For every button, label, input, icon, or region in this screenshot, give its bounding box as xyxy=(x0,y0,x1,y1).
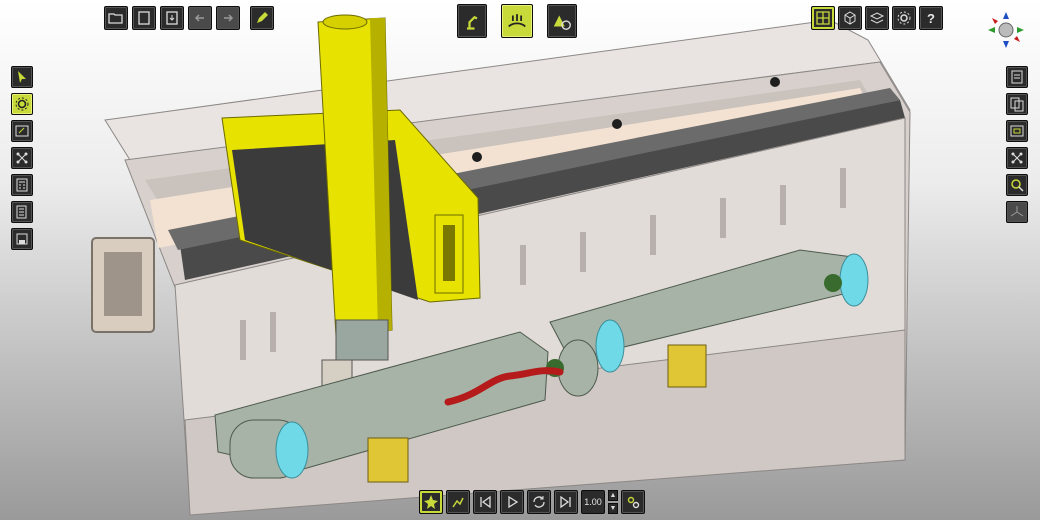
axis-orientation-gizmo-icon[interactable] xyxy=(986,10,1026,50)
report-document-icon xyxy=(16,205,27,219)
playback-settings-icon xyxy=(627,496,640,509)
skip-to-start-icon xyxy=(480,495,491,509)
settings-button[interactable] xyxy=(892,6,916,30)
drive-gear-right xyxy=(824,274,842,292)
arrow-right-icon xyxy=(224,14,234,22)
speed-down-icon[interactable]: ▼ xyxy=(608,503,618,514)
cube-view-icon xyxy=(844,11,856,25)
speed-value[interactable]: 1.00 xyxy=(581,490,605,514)
layers-button[interactable] xyxy=(865,6,889,30)
simulation-collision-icon xyxy=(424,495,438,509)
run-path-icon xyxy=(452,497,464,508)
calculator-icon xyxy=(16,178,28,192)
coordinate-axes-button[interactable] xyxy=(1006,201,1028,223)
edit-panel-button[interactable] xyxy=(11,120,33,142)
report-icon xyxy=(1011,70,1023,84)
save-button[interactable] xyxy=(160,6,184,30)
document-icon xyxy=(138,11,150,25)
report-document-button[interactable] xyxy=(11,201,33,223)
side-frame-inner xyxy=(104,252,142,316)
inspect-button[interactable] xyxy=(1006,174,1028,196)
beam-mid-axis xyxy=(595,319,625,373)
toolbar-top-left xyxy=(104,6,274,30)
coordinate-axes-icon xyxy=(1010,206,1024,217)
robot-mode-button[interactable] xyxy=(457,4,487,38)
inspect-icon xyxy=(1011,179,1024,192)
toolbar-top-center xyxy=(457,4,577,38)
node-graph-icon xyxy=(16,152,28,164)
gantry-window-slot xyxy=(443,225,455,281)
toolbar-right xyxy=(1006,66,1028,223)
skip-to-end-button[interactable] xyxy=(554,490,578,514)
play-icon xyxy=(508,495,519,509)
select-button[interactable] xyxy=(11,66,33,88)
playback-settings-button[interactable] xyxy=(621,490,645,514)
speed-stepper[interactable]: ▲ ▼ xyxy=(608,490,618,514)
undo-button[interactable] xyxy=(188,6,212,30)
beam-left-axis xyxy=(275,421,309,479)
3d-viewport[interactable] xyxy=(0,0,1040,520)
pencil-icon xyxy=(257,12,268,23)
edit-button[interactable] xyxy=(250,6,274,30)
skip-to-end-icon xyxy=(560,495,571,509)
node-graph-button[interactable] xyxy=(11,147,33,169)
skip-to-start-button[interactable] xyxy=(473,490,497,514)
playback-bar: 1.00 ▲ ▼ xyxy=(419,490,645,514)
toolbar-left xyxy=(11,66,33,250)
calculator-button[interactable] xyxy=(11,174,33,196)
arrow-left-icon xyxy=(194,14,204,22)
run-path-button[interactable] xyxy=(446,490,470,514)
machining-process-button[interactable] xyxy=(501,4,533,38)
speed-up-icon[interactable]: ▲ xyxy=(608,490,618,501)
open-folder-button[interactable] xyxy=(104,6,128,30)
play-button[interactable] xyxy=(500,490,524,514)
robot-arm-icon xyxy=(467,15,478,30)
save-disk-icon xyxy=(16,233,28,245)
copy-documents-button[interactable] xyxy=(1006,93,1028,115)
shapes-button[interactable] xyxy=(547,4,577,38)
new-document-button[interactable] xyxy=(132,6,156,30)
save-disk-button[interactable] xyxy=(11,228,33,250)
simulation-collision-button[interactable] xyxy=(419,490,443,514)
node-graph-icon xyxy=(1011,152,1023,164)
panel-yellow-left xyxy=(367,437,409,483)
report-button[interactable] xyxy=(1006,66,1028,88)
save-icon xyxy=(166,11,178,25)
node-graph-right-button[interactable] xyxy=(1006,147,1028,169)
layout-grid-icon xyxy=(816,11,830,25)
settings-gear-icon xyxy=(897,11,911,25)
gantry-column-top xyxy=(322,14,368,30)
cube-view-button[interactable] xyxy=(838,6,862,30)
copy-documents-icon xyxy=(1010,97,1024,112)
loop-icon xyxy=(533,496,545,508)
folder-open-icon xyxy=(108,13,123,24)
edit-panel-icon xyxy=(15,125,29,137)
layers-icon xyxy=(869,12,885,24)
loop-button[interactable] xyxy=(527,490,551,514)
layout-button[interactable] xyxy=(811,6,835,30)
process-button[interactable] xyxy=(11,93,33,115)
frame-view-button[interactable] xyxy=(1006,120,1028,142)
frame-view-icon xyxy=(1010,125,1024,137)
redo-button[interactable] xyxy=(216,6,240,30)
toolbar-top-right: ? xyxy=(811,6,943,30)
panel-yellow-right xyxy=(667,344,707,388)
help-icon: ? xyxy=(927,10,935,26)
machining-process-icon xyxy=(508,14,526,28)
select-cursor-icon xyxy=(18,71,26,83)
shapes-icon xyxy=(553,15,571,30)
beam-right-axis xyxy=(839,253,869,307)
help-button[interactable]: ? xyxy=(919,6,943,30)
spindle-head xyxy=(335,319,389,361)
process-gear-icon xyxy=(15,97,29,111)
